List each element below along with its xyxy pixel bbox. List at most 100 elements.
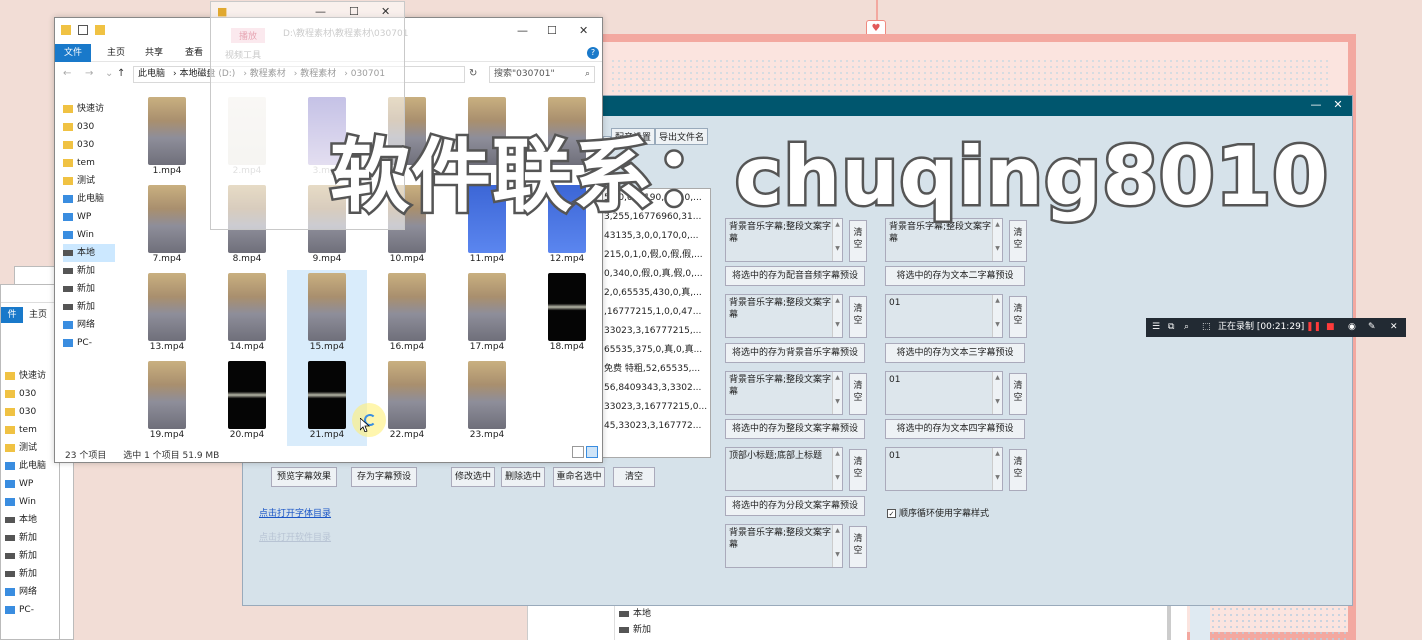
new-folder-icon[interactable] bbox=[94, 25, 105, 35]
back-nav-item[interactable]: 030 bbox=[5, 403, 46, 421]
preset-list-row[interactable]: 33023,3,16777215,0... bbox=[602, 398, 710, 417]
preset-list-row[interactable]: 2,0,65535,430,0,真,... bbox=[602, 284, 710, 303]
ribbon-tab-share[interactable]: 共享 bbox=[145, 44, 163, 62]
minimize-icon[interactable]: — bbox=[517, 24, 528, 37]
file-item[interactable]: 15.mp4 bbox=[287, 270, 367, 358]
preset-list-row[interactable]: 45,33023,3,167772... bbox=[602, 417, 710, 436]
clear-button[interactable]: 清空 bbox=[1009, 449, 1027, 491]
ribbon-tab-file[interactable]: 文件 bbox=[55, 44, 91, 62]
window-icon[interactable]: ⧉ bbox=[1168, 318, 1174, 337]
back-arrow-icon[interactable]: ← bbox=[63, 68, 71, 79]
scrollbar[interactable]: ▲ ▼ bbox=[992, 295, 1002, 337]
nav-item[interactable]: 新加 bbox=[63, 262, 115, 280]
cycle-style-checkbox[interactable]: ✓ 顺序循环使用字幕样式 bbox=[887, 506, 989, 519]
nav-item[interactable]: 030 bbox=[63, 118, 115, 136]
nav-item[interactable]: 030 bbox=[63, 136, 115, 154]
preset-list-row[interactable]: ,16777215,1,0,0,47... bbox=[602, 303, 710, 322]
back-tab-home[interactable]: 主页 bbox=[29, 307, 47, 323]
left-preset-box-4[interactable]: 顶部小标题;底部上标题 ▲ ▼ bbox=[725, 447, 843, 491]
close-icon[interactable]: ✕ bbox=[579, 24, 588, 37]
clear-list-button[interactable]: 清空 bbox=[613, 467, 655, 487]
pen-icon[interactable]: ✎ bbox=[1368, 318, 1376, 337]
open-font-dir-link[interactable]: 点击打开字体目录 bbox=[259, 506, 331, 519]
path-segment[interactable]: 此电脑 bbox=[138, 69, 165, 79]
search-input[interactable]: 搜索"030701" ⌕ bbox=[489, 66, 595, 83]
refresh-icon[interactable]: ↻ bbox=[469, 68, 477, 79]
menu-icon[interactable]: ☰ bbox=[1152, 318, 1160, 337]
back-tab-file[interactable]: 件 bbox=[1, 307, 23, 323]
close-icon[interactable]: ✕ bbox=[1390, 318, 1398, 337]
maximize-icon[interactable]: ☐ bbox=[547, 24, 557, 37]
right-preset-box-4[interactable]: 01 ▲ ▼ bbox=[885, 447, 1003, 491]
file-item[interactable]: 21.mp4 bbox=[287, 358, 367, 446]
left-preset-box-3[interactable]: 背景音乐字幕;整段文案字幕 ▲ ▼ bbox=[725, 371, 843, 415]
save-subtitle-preset-button[interactable]: 存为字幕预设 bbox=[351, 467, 417, 487]
nav-item[interactable]: 测试 bbox=[63, 172, 115, 190]
nav-item[interactable]: 网络 bbox=[63, 316, 115, 334]
scrollbar[interactable]: ▲ ▼ bbox=[832, 295, 842, 337]
back-nav-item[interactable]: Win bbox=[5, 493, 46, 511]
modify-selected-button[interactable]: 修改选中 bbox=[451, 467, 495, 487]
nav-item[interactable]: 快速访 bbox=[63, 100, 115, 118]
clear-button[interactable]: 清空 bbox=[849, 449, 867, 491]
preset-list-row[interactable]: 0,340,0,假,0,真,假,0,... bbox=[602, 265, 710, 284]
minimize-icon[interactable]: — bbox=[1308, 98, 1324, 111]
file-item[interactable]: 19.mp4 bbox=[127, 358, 207, 446]
back-nav-item[interactable]: 新加 bbox=[5, 547, 46, 565]
file-item[interactable]: 23.mp4 bbox=[447, 358, 527, 446]
maximize-icon[interactable]: ☐ bbox=[349, 5, 359, 18]
back-nav-item[interactable]: PC- bbox=[5, 601, 46, 619]
file-item[interactable]: 7.mp4 bbox=[127, 182, 207, 270]
scrollbar[interactable]: ▲ ▼ bbox=[992, 448, 1002, 490]
nav-item[interactable]: 新加 bbox=[63, 298, 115, 316]
play-tab[interactable]: 播放 bbox=[231, 28, 266, 43]
nav-item[interactable]: PC- bbox=[63, 334, 115, 352]
clear-button[interactable]: 清空 bbox=[849, 296, 867, 338]
chevron-down-icon[interactable]: ⌄ bbox=[105, 68, 113, 79]
save-text4-preset-button[interactable]: 将选中的存为文本四字幕预设 bbox=[885, 419, 1025, 439]
left-preset-box-2[interactable]: 背景音乐字幕;整段文案字幕 ▲ ▼ bbox=[725, 294, 843, 338]
scrollbar[interactable]: ▲ ▼ bbox=[832, 525, 842, 567]
back-nav-item[interactable]: 新加 bbox=[5, 565, 46, 583]
save-voice-preset-button[interactable]: 将选中的存为配音音频字幕预设 bbox=[725, 266, 865, 286]
right-preset-box-3[interactable]: 01 ▲ ▼ bbox=[885, 371, 1003, 415]
thumbnail-view-icon[interactable] bbox=[586, 446, 598, 458]
file-item[interactable]: 18.mp4 bbox=[527, 270, 607, 358]
checkbox-checked-icon[interactable]: ✓ bbox=[887, 509, 896, 518]
nav-item[interactable]: 新加 bbox=[63, 280, 115, 298]
nav-item[interactable]: 此电脑 bbox=[63, 190, 115, 208]
forward-arrow-icon[interactable]: → bbox=[85, 68, 93, 79]
details-view-icon[interactable] bbox=[572, 446, 584, 458]
preset-list-row[interactable]: 56,8409343,3,3302... bbox=[602, 379, 710, 398]
close-icon[interactable]: ✕ bbox=[381, 5, 390, 18]
back-nav-item[interactable]: 此电脑 bbox=[5, 457, 46, 475]
nav-item[interactable]: 本地 bbox=[63, 244, 115, 262]
ribbon-tab-home[interactable]: 主页 bbox=[107, 44, 125, 62]
nav-item[interactable]: tem bbox=[63, 154, 115, 172]
save-bgm-preset-button[interactable]: 将选中的存为背景音乐字幕预设 bbox=[725, 343, 865, 363]
scrollbar[interactable]: ▲ ▼ bbox=[832, 448, 842, 490]
back-nav-item[interactable]: 快速访 bbox=[5, 367, 46, 385]
back-nav-item[interactable]: 测试 bbox=[5, 439, 46, 457]
preset-list-row[interactable]: 免费 特粗,52,65535,... bbox=[602, 360, 710, 379]
crop-icon[interactable]: ⬚ bbox=[1202, 318, 1211, 337]
save-full-text-preset-button[interactable]: 将选中的存为整段文案字幕预设 bbox=[725, 419, 865, 439]
file-item[interactable]: 16.mp4 bbox=[367, 270, 447, 358]
delete-selected-button[interactable]: 删除选中 bbox=[501, 467, 545, 487]
back-nav-item[interactable]: 网络 bbox=[5, 583, 46, 601]
stop-icon[interactable]: ■ bbox=[1326, 318, 1335, 337]
save-text2-preset-button[interactable]: 将选中的存为文本二字幕预设 bbox=[885, 266, 1025, 286]
nav-item[interactable]: WP bbox=[63, 208, 115, 226]
scrollbar[interactable]: ▲ ▼ bbox=[832, 372, 842, 414]
file-item[interactable]: 13.mp4 bbox=[127, 270, 207, 358]
minimize-icon[interactable]: — bbox=[315, 5, 326, 18]
preset-list-row[interactable]: 215,0,1,0,假,0,假,假,... bbox=[602, 246, 710, 265]
back-nav-item[interactable]: tem bbox=[5, 421, 46, 439]
back-nav-item[interactable]: 新加 bbox=[5, 529, 46, 547]
ribbon-tab-view[interactable]: 查看 bbox=[185, 44, 203, 62]
preset-list-row[interactable]: 33023,3,16777215,... bbox=[602, 322, 710, 341]
back-nav-item[interactable]: 本地 bbox=[5, 511, 46, 529]
save-segment-preset-button[interactable]: 将选中的存为分段文案字幕预设 bbox=[725, 496, 865, 516]
properties-icon[interactable] bbox=[77, 25, 88, 35]
preview-subtitle-button[interactable]: 预览字幕效果 bbox=[271, 467, 337, 487]
